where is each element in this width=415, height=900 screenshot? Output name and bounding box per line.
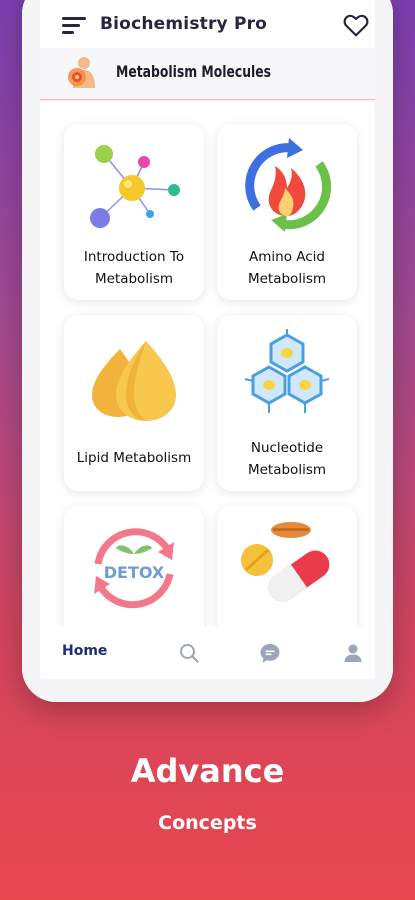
bottom-navigation: Home	[40, 627, 375, 679]
section-title: Metabolism Molecules	[116, 62, 272, 81]
topic-card-amino-acid[interactable]: Amino Acid Metabolism	[217, 124, 357, 300]
phone-frame: Biochemistry Pro Metabolism Molecules In…	[22, 0, 393, 702]
card-label: Introduction To Metabolism	[83, 249, 185, 287]
topic-grid: Introduction To Metabolism Amino Acid Me…	[40, 102, 375, 627]
card-label: Lipid Metabolism	[76, 450, 192, 466]
promo-title: Advance	[130, 752, 285, 790]
body-metabolism-icon	[68, 57, 95, 88]
lipid-droplets-icon	[92, 341, 176, 421]
app-bar: Biochemistry Pro	[40, 0, 375, 48]
profile-icon[interactable]	[342, 642, 364, 664]
app-title: Biochemistry Pro	[100, 14, 268, 34]
app-screen: Biochemistry Pro Metabolism Molecules In…	[22, 0, 393, 702]
nav-home-tab[interactable]: Home	[62, 643, 107, 659]
menu-icon[interactable]	[62, 17, 86, 35]
topic-card-lipid[interactable]: Lipid Metabolism	[64, 315, 204, 491]
pills-icon	[241, 522, 330, 602]
search-icon[interactable]	[178, 642, 200, 664]
chat-icon[interactable]	[259, 642, 281, 664]
topic-card-nucleotide[interactable]: Nucleotide Metabolism	[217, 315, 357, 491]
topic-card-detox[interactable]: DETOX	[64, 506, 204, 627]
topic-card-introduction[interactable]: Introduction To Metabolism	[64, 124, 204, 300]
topic-card-pharmacology[interactable]	[217, 506, 357, 627]
flame-cycle-icon	[245, 138, 332, 232]
detox-cycle-icon: DETOX	[94, 528, 174, 609]
detox-text: DETOX	[104, 563, 165, 582]
promo-subtitle: Concepts	[158, 812, 257, 834]
hexagon-cells-icon	[244, 329, 330, 413]
section-header: Metabolism Molecules	[40, 48, 375, 100]
heart-icon[interactable]	[343, 13, 369, 37]
card-label: Nucleotide Metabolism	[247, 440, 327, 478]
card-label: Amino Acid Metabolism	[247, 249, 327, 287]
molecule-network-icon	[90, 145, 180, 228]
